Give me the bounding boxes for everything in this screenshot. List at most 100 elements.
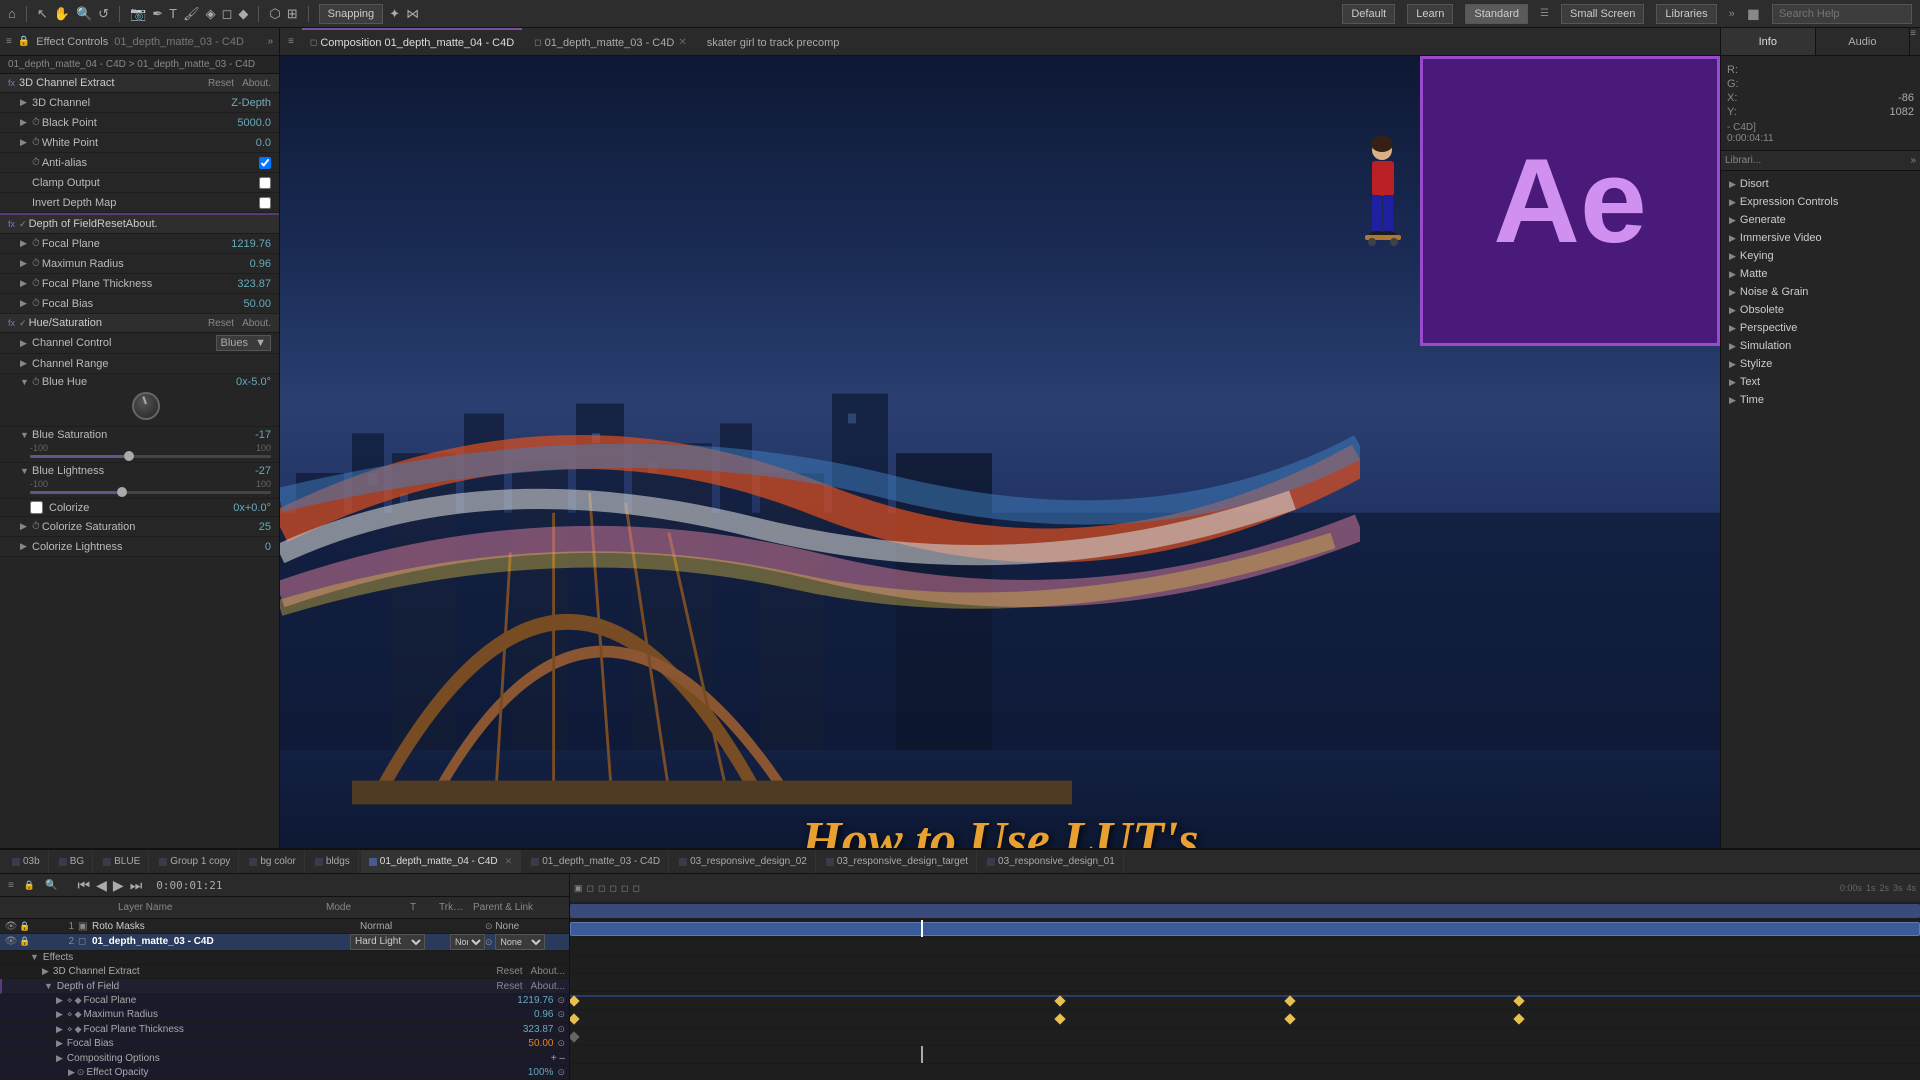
stopwatch-fb[interactable]: ⏱ [32,298,40,309]
effect-item-simulation[interactable]: ▶ Simulation [1721,337,1920,355]
light-track[interactable] [30,491,271,494]
colorize-light-value[interactable]: 0 [265,541,271,553]
stopwatch-icon-wp[interactable]: ⏱ [32,137,40,148]
arrow-tool[interactable]: ↖ [37,6,48,22]
fb-expand[interactable]: ▶ [20,298,32,309]
fp-value-tl[interactable]: 1219.76 [517,995,553,1006]
stopwatch-icon-bp[interactable]: ⏱ [32,117,40,128]
sat-thumb[interactable] [124,451,134,461]
ce-expand-tl[interactable]: ▶ [42,966,49,977]
stopwatch-bh[interactable]: ⏱ [32,377,40,388]
panel-menu-icon[interactable]: ≡ [6,36,12,47]
right-panel-menu[interactable]: ≡ [1910,28,1916,55]
effect-item-text[interactable]: ▶ Text [1721,373,1920,391]
tl-menu-icon[interactable]: ≡ [8,880,14,891]
hand-tool[interactable]: ✋ [54,6,70,22]
audio-tab[interactable]: Audio [1816,28,1911,55]
pen-tool[interactable]: ✒ [152,6,163,22]
track-bar-2-selected[interactable] [570,922,1920,936]
comp-tab-1[interactable]: ◻ 01_depth_matte_03 - C4D ✕ [526,28,695,55]
ruler-ctrl-5[interactable]: ◻ [621,883,628,894]
mask-tool[interactable]: ⬡ [269,6,280,22]
max-radius-value[interactable]: 0.96 [250,258,271,270]
camera-tool[interactable]: 📷 [130,6,146,22]
stopwatch-icon-fptl[interactable]: ◆ [75,995,82,1006]
light-thumb[interactable] [117,487,127,497]
kf-mr-2[interactable] [1054,1013,1065,1024]
fb-expand-tl[interactable]: ▶ [56,1038,63,1049]
focal-bias-value[interactable]: 50.00 [243,298,271,310]
comp-tab-2[interactable]: skater girl to track precomp [699,28,848,55]
channel-value[interactable]: Z-Depth [231,97,271,109]
mr-keyframe-btn[interactable]: ⊙ [557,1009,565,1020]
effect-item-keying[interactable]: ▶ Keying [1721,247,1920,265]
stamp-tool[interactable]: ◈ [206,6,216,22]
effect-item-stylize[interactable]: ▶ Stylize [1721,355,1920,373]
hue-sat-about[interactable]: About. [242,318,271,329]
motion-icon[interactable]: ⋈ [406,6,419,22]
stopwatch-fp[interactable]: ⏱ [32,238,40,249]
effect-item-expression[interactable]: ▶ Expression Controls [1721,193,1920,211]
invert-depth-checkbox[interactable] [259,197,271,209]
fb-value-tl[interactable]: 50.00 [528,1038,553,1049]
vis-1[interactable]: 👁 [4,921,18,932]
stopwatch-icon-fpttl[interactable]: ◆ [75,1024,82,1035]
df-reset-tl[interactable]: Reset [496,981,522,992]
keyframe-icon-fpt[interactable]: ⋄ [67,1024,73,1035]
effect-item-perspective[interactable]: ▶ Perspective [1721,319,1920,337]
fpt-expand-tl[interactable]: ▶ [56,1024,63,1035]
track-bar-1[interactable] [570,904,1920,918]
text-tool[interactable]: T [169,6,177,21]
play-fwd-btn[interactable]: ▶ [113,877,124,894]
keyframe-icon-mr[interactable]: ⋄ [67,1009,73,1020]
tl-tab-depth04[interactable]: 01_depth_matte_04 - C4D ✕ [361,850,521,873]
clamp-output-checkbox[interactable] [259,177,271,189]
effect-item-noise[interactable]: ▶ Noise & Grain [1721,283,1920,301]
cl-expand[interactable]: ▶ [20,541,32,552]
ruler-ctrl-3[interactable]: ◻ [598,883,605,894]
timeline-ruler[interactable]: ▣ ◻ ◻ ◻ ◻ ◻ 0:00s 1s 2s 3s 4s [570,874,1920,902]
blue-sat-value[interactable]: -17 [255,429,271,441]
co-expand-tl[interactable]: ▶ [56,1053,63,1064]
check-icon-df[interactable]: ✓ [19,219,27,230]
standard-workspace-btn[interactable]: Standard [1465,4,1528,24]
trkmat-select-2[interactable]: None [450,934,485,950]
colorize-sat-value[interactable]: 25 [259,521,271,533]
tl-tab-bg[interactable]: BG [51,850,93,873]
wp-expand-icon[interactable]: ▶ [20,137,32,148]
tl-tab-bgcolor[interactable]: bg color [241,850,305,873]
effects-expand[interactable]: ▼ [30,952,39,962]
bp-expand-icon[interactable]: ▶ [20,117,32,128]
tl-tab-blue[interactable]: BLUE [95,850,149,873]
more-workspaces-icon[interactable]: » [1729,8,1735,20]
play-back-btn[interactable]: ◀ [96,877,107,894]
align-icon[interactable]: ⊞ [287,6,298,22]
eraser-tool[interactable]: ◻ [222,6,233,22]
expand-icon[interactable]: ▶ [20,97,32,108]
parent-select-2[interactable]: None [495,934,545,950]
kf-mr-1[interactable] [570,1013,580,1024]
stopwatch-icon-mrtl[interactable]: ◆ [75,1009,82,1020]
name-2[interactable]: 01_depth_matte_03 - C4D [92,936,350,947]
cr-expand[interactable]: ▶ [20,358,32,369]
kf-fp-4[interactable] [1513,995,1524,1006]
mode-1[interactable]: Normal [360,921,430,932]
tl-tab-resp01[interactable]: 03_responsive_design_01 [979,850,1124,873]
snap-icon[interactable]: ✦ [389,6,400,22]
depth-field-reset[interactable]: Reset [97,218,126,230]
ruler-ctrl-1[interactable]: ▣ [574,883,583,894]
eo-expand-tl[interactable]: ▶ [68,1067,75,1078]
tab-close-depth04[interactable]: ✕ [505,856,513,867]
kf-fp-3[interactable] [1284,995,1295,1006]
kf-fp-2[interactable] [1054,995,1065,1006]
focal-plane-value[interactable]: 1219.76 [231,238,271,250]
mr-expand[interactable]: ▶ [20,258,32,269]
workspace-options-icon[interactable]: ☰ [1540,8,1549,19]
stopwatch-mr[interactable]: ⏱ [32,258,40,269]
fpt-keyframe-btn[interactable]: ⊙ [557,1024,565,1035]
depth-field-header[interactable]: fx ✓ Depth of Field Reset About. [0,213,279,234]
fp-expand[interactable]: ▶ [20,238,32,249]
hue-sat-header[interactable]: fx ✓ Hue/Saturation Reset About. [0,314,279,333]
sat-track[interactable] [30,455,271,458]
bh-expand[interactable]: ▼ [20,377,32,387]
